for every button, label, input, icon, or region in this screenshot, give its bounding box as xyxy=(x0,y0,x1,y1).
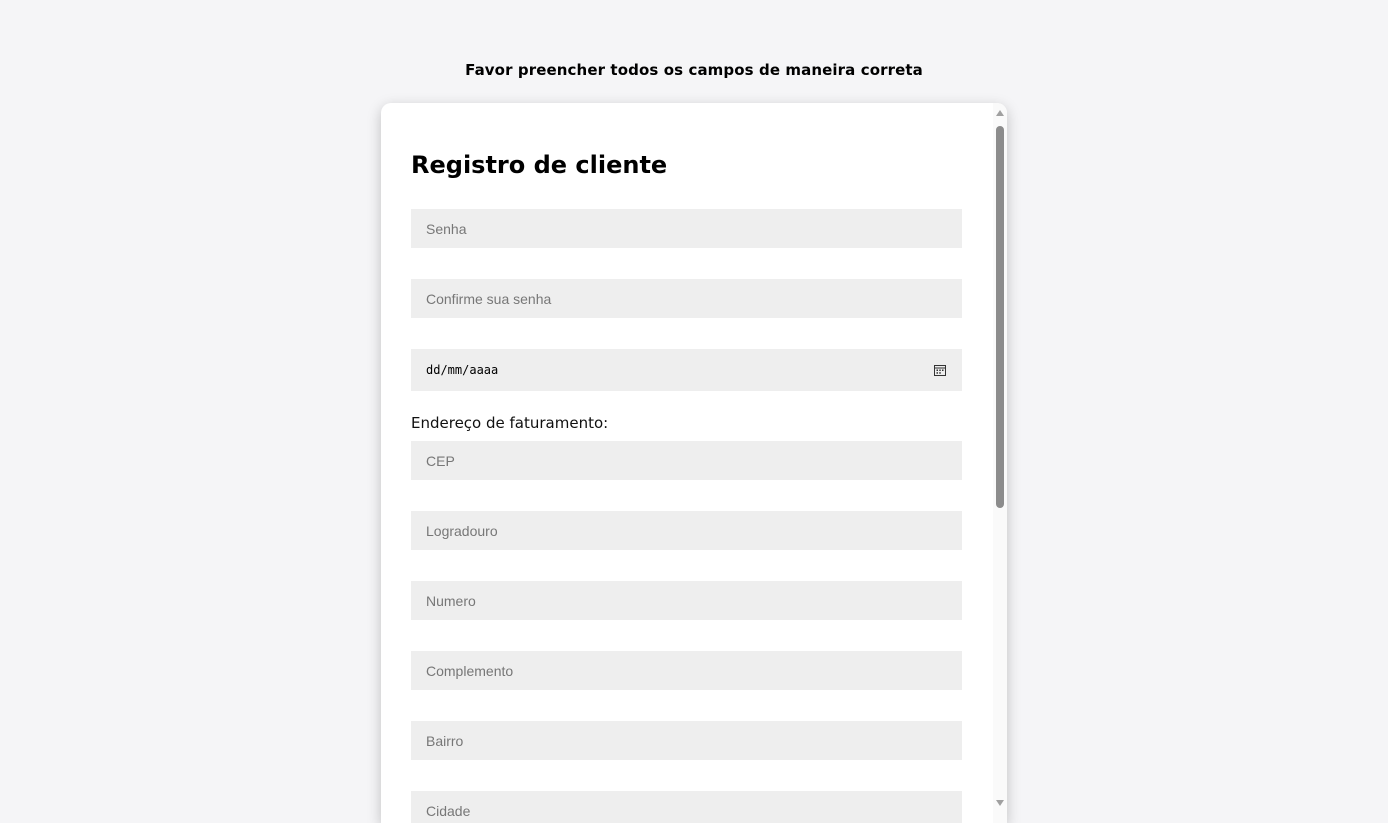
scroll-up-arrow-icon[interactable] xyxy=(996,110,1004,116)
city-input[interactable] xyxy=(411,791,962,823)
street-input[interactable] xyxy=(411,511,962,550)
registration-form-card: Registro de cliente dd/mm/aaaa Endereço … xyxy=(381,103,1007,823)
page-heading: Favor preencher todos os campos de manei… xyxy=(465,61,923,79)
date-placeholder: dd/mm/aaaa xyxy=(426,363,499,377)
birth-date-input[interactable]: dd/mm/aaaa xyxy=(411,349,962,391)
confirm-password-input[interactable] xyxy=(411,279,962,318)
complement-input[interactable] xyxy=(411,651,962,690)
scroll-thumb[interactable] xyxy=(996,126,1004,508)
password-input[interactable] xyxy=(411,209,962,248)
scroll-down-arrow-icon[interactable] xyxy=(996,800,1004,806)
billing-address-label: Endereço de faturamento: xyxy=(411,414,609,432)
form-title: Registro de cliente xyxy=(411,151,668,179)
calendar-icon[interactable] xyxy=(933,363,947,377)
cep-input[interactable] xyxy=(411,441,962,480)
neighborhood-input[interactable] xyxy=(411,721,962,760)
number-input[interactable] xyxy=(411,581,962,620)
form-scrollbar[interactable] xyxy=(993,103,1007,823)
